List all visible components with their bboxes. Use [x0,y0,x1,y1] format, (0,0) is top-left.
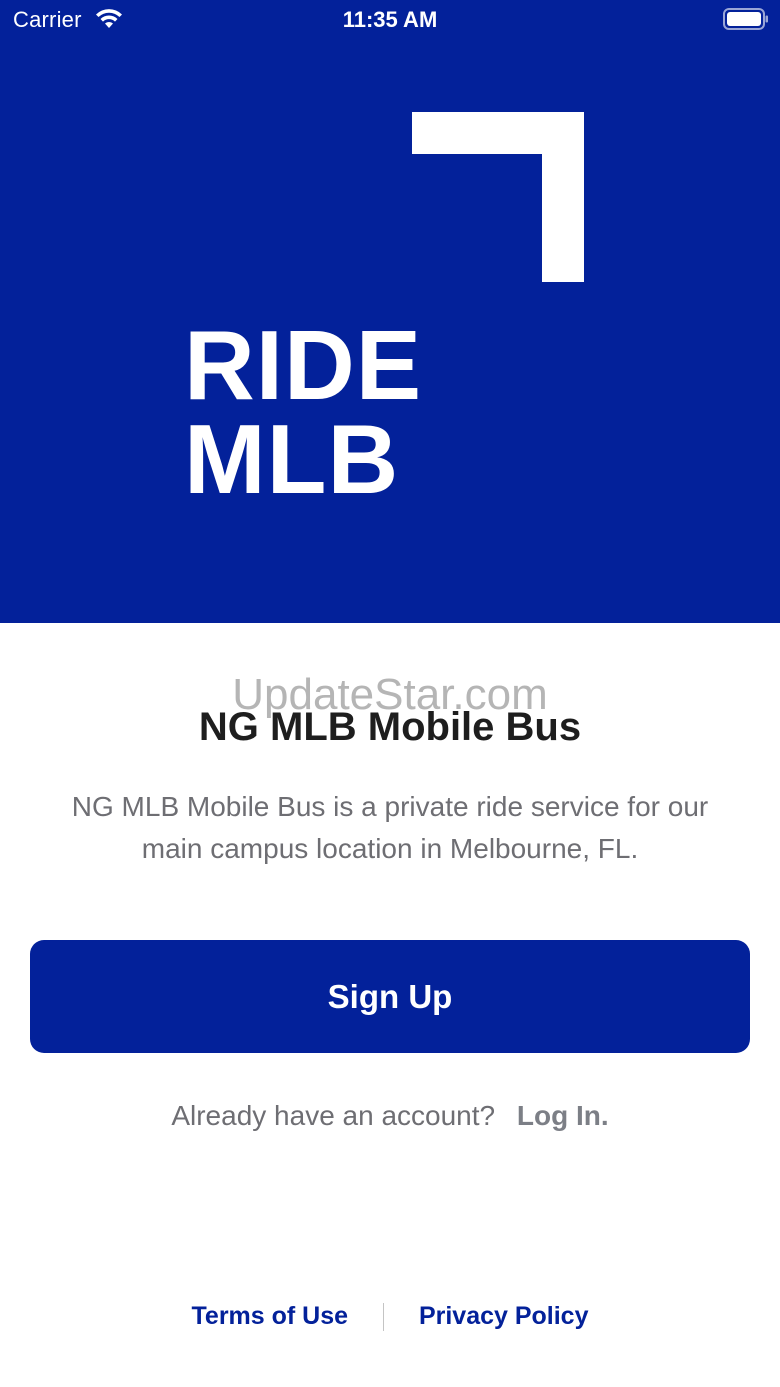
logo-bracket-mark [412,112,584,282]
footer-links: Terms of Use Privacy Policy [0,1302,780,1332]
sign-up-button[interactable]: Sign Up [30,940,750,1053]
logo-line-mlb: MLB [184,404,400,514]
logo-wordmark: RIDE MLB [184,310,423,514]
app-title: NG MLB Mobile Bus [198,705,582,749]
app-description: NG MLB Mobile Bus is a private ride serv… [71,791,709,864]
privacy-policy-link[interactable]: Privacy Policy [419,1302,589,1330]
hero-banner: Carrier 11:35 AM RIDE MLB [0,0,780,623]
login-prompt-row: Already have an account? Log In. [0,1100,780,1132]
logo-line-ride: RIDE [184,310,423,420]
log-in-link[interactable]: Log In. [517,1100,609,1131]
welcome-screen: Carrier 11:35 AM RIDE MLB UpdateStar.com… [0,0,780,1387]
terms-of-use-link[interactable]: Terms of Use [192,1302,349,1330]
login-prompt-text: Already have an account? [171,1100,496,1131]
footer-divider [382,1303,384,1332]
ride-mlb-logo: RIDE MLB [0,0,780,623]
